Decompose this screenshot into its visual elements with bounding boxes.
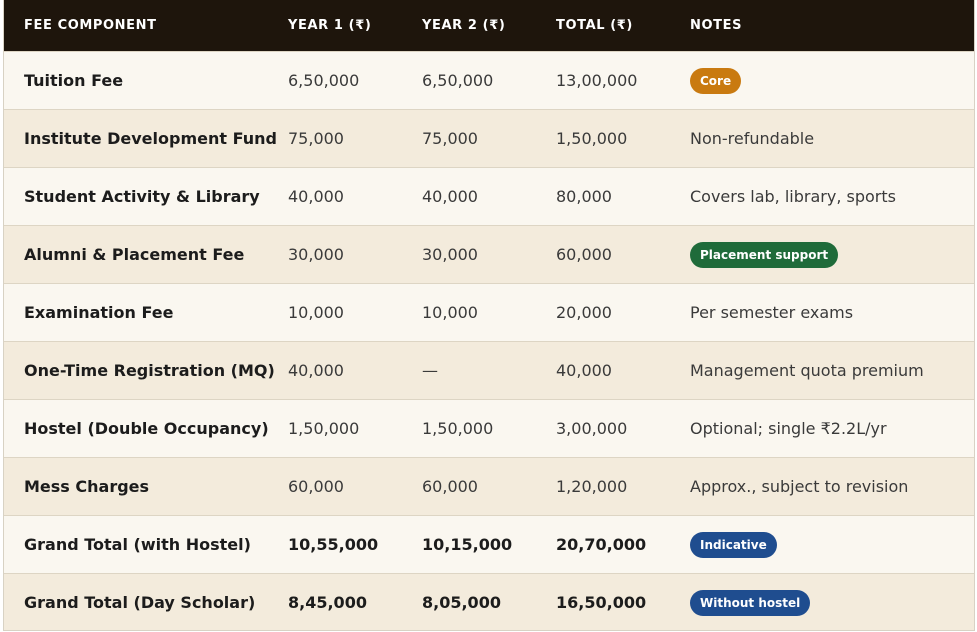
year2-cell: 10,000 [422, 303, 478, 322]
total-cell: 16,50,000 [556, 593, 647, 612]
notes-cell: Indicative [690, 531, 974, 558]
note-text: Approx., subject to revision [690, 477, 909, 496]
column-header-year2: YEAR 2 (₹) [422, 18, 506, 33]
total-cell: 80,000 [556, 187, 612, 206]
year2-cell: 30,000 [422, 245, 478, 264]
table-row: Mess Charges 60,000 60,000 1,20,000 Approx.,… [4, 457, 974, 515]
fee-component-cell: One-Time Registration (MQ) [24, 361, 275, 380]
table-row: Student Activity & Library 40,000 40,000 80… [4, 167, 974, 225]
column-header-notes: NOTES [690, 18, 743, 33]
note-text: Optional; single ₹2.2L/yr [690, 419, 887, 438]
fee-component-cell: Tuition Fee [24, 71, 124, 90]
year1-cell: 10,000 [288, 303, 344, 322]
year2-cell: 10,15,000 [422, 535, 513, 554]
total-cell: 20,000 [556, 303, 612, 322]
year2-cell: 75,000 [422, 129, 478, 148]
fee-component-cell: Student Activity & Library [24, 187, 260, 206]
year2-cell: 8,05,000 [422, 593, 501, 612]
fee-component-cell: Grand Total (Day Scholar) [24, 593, 256, 612]
note-badge: Indicative [690, 531, 777, 558]
table-row: Alumni & Placement Fee 30,000 30,000 60,000… [4, 225, 974, 283]
year1-cell: 40,000 [288, 187, 344, 206]
total-cell: 1,20,000 [556, 477, 628, 496]
table-row: Institute Development Fund 75,000 75,000 1,… [4, 109, 974, 167]
column-header-fee-component: FEE COMPONENT [24, 18, 157, 33]
total-cell: 20,70,000 [556, 535, 647, 554]
year1-cell: 8,45,000 [288, 593, 367, 612]
note-badge: Core [690, 67, 742, 94]
table-row: One-Time Registration (MQ) 40,000 — 40,000 M… [4, 341, 974, 399]
year1-cell: 75,000 [288, 129, 344, 148]
column-header-year1: YEAR 1 (₹) [288, 18, 372, 33]
note-badge: Placement support [690, 241, 839, 268]
total-cell: 3,00,000 [556, 419, 628, 438]
fee-component-cell: Alumni & Placement Fee [24, 245, 245, 264]
year2-cell: 40,000 [422, 187, 478, 206]
year1-cell: 60,000 [288, 477, 344, 496]
fee-component-cell: Examination Fee [24, 303, 174, 322]
notes-cell: Optional; single ₹2.2L/yr [690, 419, 974, 438]
notes-cell: Without hostel [690, 589, 974, 616]
note-badge: Without hostel [690, 589, 811, 616]
table-header: FEE COMPONENT YEAR 1 (₹) YEAR 2 (₹) TOTA… [4, 0, 974, 51]
fee-component-cell: Institute Development Fund [24, 129, 277, 148]
year2-cell: 6,50,000 [422, 71, 494, 90]
year1-cell: 10,55,000 [288, 535, 379, 554]
fee-component-cell: Mess Charges [24, 477, 150, 496]
total-cell: 60,000 [556, 245, 612, 264]
notes-cell: Non-refundable [690, 129, 974, 148]
note-text: Non-refundable [690, 129, 815, 148]
total-cell: 13,00,000 [556, 71, 638, 90]
notes-cell: Approx., subject to revision [690, 477, 974, 496]
fee-table: FEE COMPONENT YEAR 1 (₹) YEAR 2 (₹) TOTA… [3, 0, 975, 631]
notes-cell: Placement support [690, 241, 974, 268]
table-row: Tuition Fee 6,50,000 6,50,000 13,00,000 Core [4, 51, 974, 109]
table-row: Grand Total (Day Scholar) 8,45,000 8,05,00… [4, 573, 974, 630]
year1-cell: 6,50,000 [288, 71, 360, 90]
table-body: Tuition Fee 6,50,000 6,50,000 13,00,000 Core… [4, 51, 974, 630]
note-text: Covers lab, library, sports [690, 187, 896, 206]
table-row: Grand Total (with Hostel) 10,55,000 10,15,… [4, 515, 974, 573]
fee-component-cell: Grand Total (with Hostel) [24, 535, 251, 554]
column-header-total: TOTAL (₹) [556, 18, 633, 33]
year2-cell: 60,000 [422, 477, 478, 496]
table-row: Examination Fee 10,000 10,000 20,000 Per sem… [4, 283, 974, 341]
year2-cell: 1,50,000 [422, 419, 494, 438]
notes-cell: Management quota premium [690, 361, 974, 380]
fee-component-cell: Hostel (Double Occupancy) [24, 419, 269, 438]
total-cell: 1,50,000 [556, 129, 628, 148]
notes-cell: Core [690, 67, 974, 94]
year2-cell: — [422, 361, 438, 380]
total-cell: 40,000 [556, 361, 612, 380]
table-row: Hostel (Double Occupancy) 1,50,000 1,50,00… [4, 399, 974, 457]
note-text: Per semester exams [690, 303, 854, 322]
notes-cell: Covers lab, library, sports [690, 187, 974, 206]
notes-cell: Per semester exams [690, 303, 974, 322]
year1-cell: 30,000 [288, 245, 344, 264]
year1-cell: 1,50,000 [288, 419, 360, 438]
note-text: Management quota premium [690, 361, 924, 380]
year1-cell: 40,000 [288, 361, 344, 380]
